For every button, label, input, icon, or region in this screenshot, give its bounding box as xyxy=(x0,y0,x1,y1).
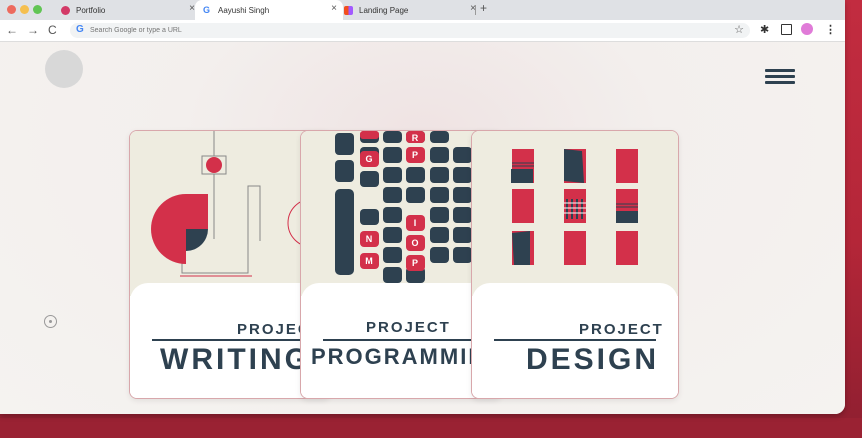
scroll-indicator-icon[interactable] xyxy=(44,315,57,328)
card-title: DESIGN xyxy=(526,343,660,376)
google-icon: G xyxy=(203,4,211,15)
browser-toolbar: ← → C G ☆ ✱ ⋮ xyxy=(0,20,845,42)
more-menu-icon[interactable]: ⋮ xyxy=(825,23,836,36)
bookmark-star-icon[interactable]: ☆ xyxy=(734,23,744,36)
card-footer: PROJECT DESIGN xyxy=(472,283,678,398)
window-minimize-button[interactable] xyxy=(20,5,29,14)
project-card-design[interactable]: PROJECT DESIGN xyxy=(471,130,679,399)
new-tab-button[interactable]: + xyxy=(480,1,487,15)
card-kicker: PROJECT xyxy=(579,321,664,338)
profile-avatar[interactable] xyxy=(801,23,813,35)
side-panel-icon[interactable] xyxy=(781,24,792,35)
google-icon: G xyxy=(76,24,84,35)
browser-window: Portfolio × G Aayushi Singh × Landing Pa… xyxy=(0,0,845,414)
window-zoom-button[interactable] xyxy=(33,5,42,14)
site-logo-avatar[interactable] xyxy=(45,50,83,88)
tab-label: Aayushi Singh xyxy=(218,5,270,15)
key-label: R xyxy=(412,133,419,143)
back-arrow-icon[interactable]: ← xyxy=(6,23,18,37)
tab-separator xyxy=(475,5,476,15)
reload-icon[interactable]: C xyxy=(48,23,57,37)
tab-label: Landing Page xyxy=(359,5,409,15)
close-icon[interactable]: × xyxy=(331,3,337,14)
card-underline xyxy=(494,339,656,341)
key-label: O xyxy=(411,238,418,248)
forward-arrow-icon[interactable]: → xyxy=(27,23,39,37)
key-label: M xyxy=(365,256,373,266)
key-label: I xyxy=(414,218,417,228)
key-label: N xyxy=(366,234,373,244)
tab-strip: Portfolio × G Aayushi Singh × Landing Pa… xyxy=(0,0,845,20)
url-input[interactable] xyxy=(90,23,690,38)
tab-aayushi-singh[interactable]: G Aayushi Singh × xyxy=(195,0,343,20)
card-kicker: PROJECT xyxy=(366,319,451,336)
extensions-puzzle-icon[interactable]: ✱ xyxy=(760,23,769,36)
window-close-button[interactable] xyxy=(7,5,16,14)
key-label: P xyxy=(412,150,418,160)
tab-label: Portfolio xyxy=(76,5,106,15)
page-viewport: PROJECT WRITING R G P I N O M P PROJECT … xyxy=(0,42,845,414)
hamburger-menu-icon[interactable] xyxy=(765,69,795,85)
tab-landing-page[interactable]: Landing Page × xyxy=(338,0,482,20)
key-label: G xyxy=(365,154,372,164)
tab-portfolio[interactable]: Portfolio × xyxy=(55,0,201,20)
design-illustration xyxy=(472,131,678,296)
portfolio-favicon-icon xyxy=(61,5,70,15)
key-label: P xyxy=(412,258,418,268)
desktop-stripe xyxy=(0,418,862,438)
card-title: WRITING xyxy=(160,343,311,376)
address-bar[interactable]: G ☆ xyxy=(70,23,750,38)
figma-icon xyxy=(344,5,353,15)
